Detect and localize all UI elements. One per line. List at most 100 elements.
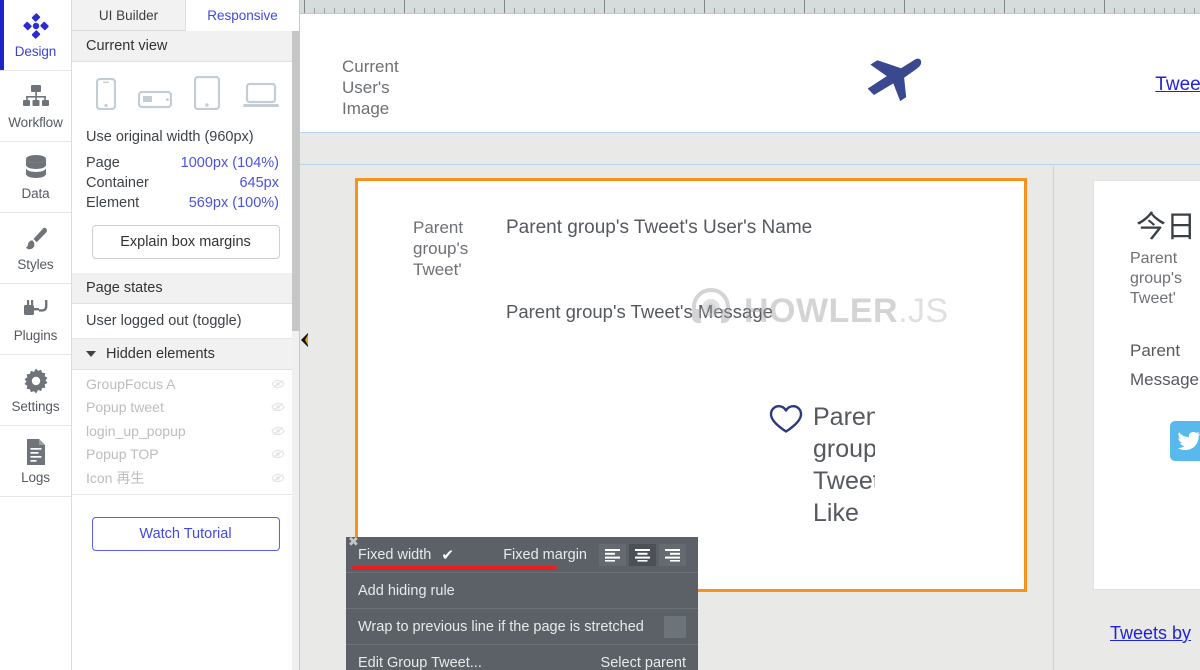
eye-off-icon[interactable]	[271, 376, 285, 392]
hidden-item-login-up-popup[interactable]: login_up_popup	[72, 419, 299, 443]
ruler-tick	[914, 8, 915, 13]
eye-off-icon[interactable]	[271, 399, 285, 415]
select-parent-button[interactable]: Select parent	[601, 655, 686, 670]
align-button-group	[599, 543, 686, 566]
use-original-width[interactable]: Use original width (960px)	[72, 125, 299, 153]
fixed-width-checkmark[interactable]: ✔	[441, 546, 454, 564]
parent-tweet-user-name[interactable]: Parent group's Tweet's User's Name	[506, 217, 812, 239]
wrap-previous-line-checkbox[interactable]	[664, 615, 686, 638]
eye-off-icon[interactable]	[271, 470, 285, 486]
page-state-user-logged-out[interactable]: User logged out (toggle)	[72, 304, 299, 339]
ctx-row-add-hiding-rule[interactable]: Add hiding rule	[346, 573, 698, 609]
ruler-tick	[954, 8, 955, 13]
ruler-tick	[794, 8, 795, 13]
ruler-tick	[504, 0, 505, 13]
hidden-item-label: Popup TOP	[86, 446, 159, 463]
current-user-image-placeholder[interactable]: Current User's Image	[342, 56, 404, 118]
eye-off-icon[interactable]	[271, 423, 285, 439]
right-tweet-card[interactable]: 今日 Parent group's Tweet' Parent Message	[1093, 180, 1200, 590]
twitter-share-button[interactable]	[1170, 421, 1200, 461]
ruler-tick	[514, 8, 515, 13]
rail-item-design[interactable]: Design	[0, 0, 71, 71]
workflow-icon	[21, 82, 51, 112]
ruler-tick	[324, 8, 325, 13]
gear-icon	[21, 366, 51, 396]
column-divider	[1053, 166, 1054, 670]
heart-icon[interactable]	[769, 404, 803, 439]
tablet-icon[interactable]	[193, 75, 221, 115]
mobile-landscape-icon[interactable]	[137, 88, 173, 115]
ruler-tick	[724, 8, 725, 13]
panel-scrollbar-thumb[interactable]	[292, 31, 299, 331]
panel-tab-bar: UI Builder Responsive	[72, 0, 299, 31]
hidden-item-popup-top[interactable]: Popup TOP	[72, 443, 299, 467]
ruler-tick	[994, 8, 995, 13]
bubble-editor-window: Design Workflow Data Styles Plugins Sett…	[0, 0, 1200, 670]
ruler-tick	[674, 8, 675, 13]
ruler-tick	[754, 8, 755, 13]
metric-element: Element 569px (100%)	[72, 193, 299, 213]
watch-tutorial-button[interactable]: Watch Tutorial	[91, 516, 280, 551]
rail-item-workflow-label: Workflow	[8, 115, 63, 130]
ctx-row-wrap-previous-line[interactable]: Wrap to previous line if the page is str…	[346, 609, 698, 645]
ruler-tick	[1144, 8, 1145, 13]
ruler-tick	[424, 8, 425, 13]
desktop-icon[interactable]	[242, 82, 280, 115]
ruler-tick	[704, 0, 705, 13]
hidden-item-label: GroupFocus A	[86, 375, 176, 392]
page-header-group[interactable]: Current User's Image Tweet	[300, 14, 1200, 133]
rail-item-settings[interactable]: Settings	[0, 355, 71, 426]
rail-item-data[interactable]: Data	[0, 142, 71, 213]
panel-collapse-handle[interactable]	[299, 330, 311, 350]
airplane-icon[interactable]	[862, 52, 926, 111]
ruler-tick	[1084, 8, 1085, 13]
right-card-message[interactable]: Parent Message	[1130, 336, 1199, 394]
hidden-item-groupfocus-a[interactable]: GroupFocus A	[72, 372, 299, 396]
rail-item-plugins[interactable]: Plugins	[0, 284, 71, 355]
hidden-elements-heading[interactable]: Hidden elements	[72, 339, 299, 370]
tab-ui-builder[interactable]: UI Builder	[72, 0, 186, 30]
tweets-by-link[interactable]: Tweets by	[1110, 623, 1191, 644]
fixed-margin-label[interactable]: Fixed margin	[503, 547, 587, 563]
tweet-link[interactable]: Tweet	[1155, 74, 1200, 96]
parent-tweet-message[interactable]: Parent group's Tweet's Message	[506, 301, 773, 323]
align-center-button[interactable]	[629, 543, 656, 566]
ruler-tick	[534, 8, 535, 13]
ctx-row-edit-group[interactable]: Edit Group Tweet... Select parent	[346, 645, 698, 670]
fixed-width-label[interactable]: Fixed width	[358, 547, 431, 563]
metric-element-key: Element	[86, 195, 140, 211]
tab-responsive[interactable]: Responsive	[186, 0, 299, 31]
eye-off-icon[interactable]	[271, 446, 285, 462]
ruler-tick	[344, 8, 345, 13]
align-left-button[interactable]	[599, 543, 626, 566]
selected-group-tweet[interactable]: Parent group's Tweet' Parent group's Twe…	[355, 178, 1027, 592]
ruler-tick	[834, 8, 835, 13]
mobile-portrait-icon[interactable]	[95, 77, 117, 115]
ruler-tick	[984, 8, 985, 13]
ruler-tick	[394, 8, 395, 13]
ruler-tick	[804, 0, 805, 13]
metric-element-value: 569px (100%)	[188, 195, 279, 211]
rail-item-styles[interactable]: Styles	[0, 213, 71, 284]
explain-box-margins-button[interactable]: Explain box margins	[91, 225, 280, 259]
ruler-tick	[374, 8, 375, 13]
hidden-item-popup-tweet[interactable]: Popup tweet	[72, 396, 299, 420]
rail-item-workflow[interactable]: Workflow	[0, 71, 71, 142]
hidden-item-icon-saisei[interactable]: Icon 再生	[72, 466, 299, 490]
right-card-title: 今日	[1136, 211, 1196, 244]
ruler-tick	[644, 8, 645, 13]
rail-item-logs[interactable]: Logs	[0, 426, 71, 497]
ruler-tick	[594, 8, 595, 13]
ruler-tick	[354, 8, 355, 13]
hidden-elements-list: GroupFocus A Popup tweet login_up_popup	[72, 370, 299, 495]
parent-tweet-like-group[interactable]: Parent group's Tweet's Like	[769, 401, 875, 529]
ruler-tick	[434, 8, 435, 13]
horizontal-ruler[interactable]	[300, 0, 1200, 14]
panel-scrollbar[interactable]	[292, 31, 299, 670]
ruler-tick	[694, 8, 695, 13]
right-card-avatar-placeholder[interactable]: Parent group's Tweet'	[1130, 249, 1182, 309]
parent-tweet-avatar-placeholder[interactable]: Parent group's Tweet'	[413, 217, 469, 277]
element-context-menu: ✖ Fixed width ✔ Fixed margin Add hiding …	[346, 535, 698, 670]
responsive-properties-panel: UI Builder Responsive Current view Use o…	[72, 0, 300, 670]
align-right-button[interactable]	[659, 543, 686, 566]
